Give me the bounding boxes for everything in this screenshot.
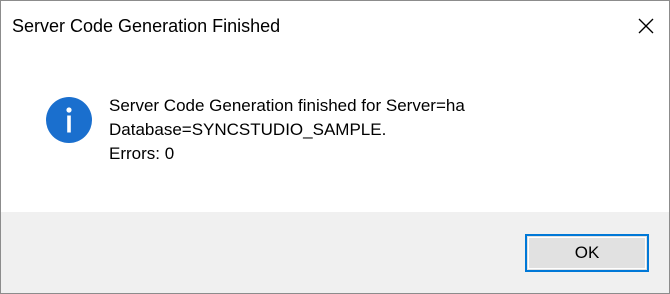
- close-button[interactable]: [623, 1, 669, 51]
- message-dialog: Server Code Generation Finished Server C…: [0, 0, 670, 294]
- info-icon: [46, 97, 92, 143]
- window-title: Server Code Generation Finished: [12, 16, 281, 36]
- message-area: Server Code Generation finished for Serv…: [1, 51, 669, 212]
- title-bar[interactable]: Server Code Generation Finished: [1, 1, 669, 51]
- ok-button-label: OK: [574, 243, 600, 262]
- message-line: Database=SYNCSTUDIO_SAMPLE.: [109, 120, 387, 139]
- message-line: Server Code Generation finished for Serv…: [109, 96, 465, 115]
- ok-button[interactable]: OK: [525, 234, 649, 272]
- button-bar: OK: [1, 212, 669, 293]
- message-line: Errors: 0: [109, 144, 175, 163]
- message-text: Server Code Generation finished for Serv…: [109, 94, 465, 166]
- close-icon: [638, 18, 654, 34]
